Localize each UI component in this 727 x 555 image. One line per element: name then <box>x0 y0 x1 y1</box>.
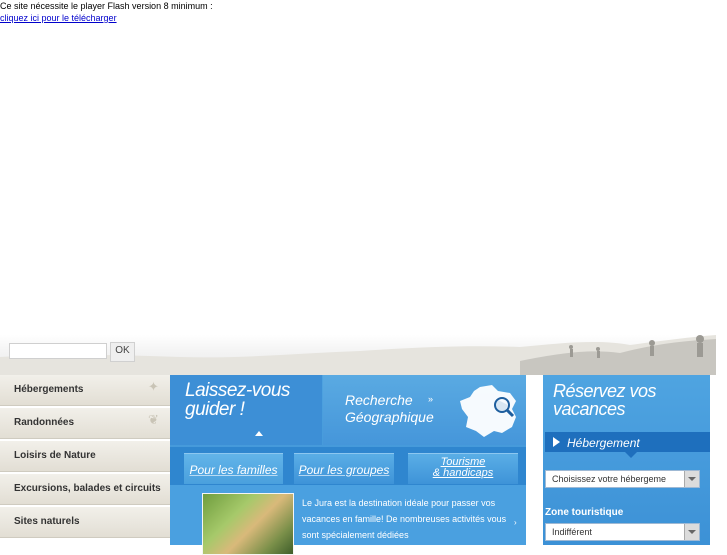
butterfly-icon: ✦ <box>148 379 159 394</box>
tab-content: Le Jura est la destination idéale pour p… <box>170 485 526 555</box>
tab-label: Pour les familles <box>189 463 278 477</box>
booking-panel: Réservez vos vacances Hébergement Choisi… <box>543 375 710 545</box>
up-arrow-icon <box>255 431 263 436</box>
hills-silhouette <box>0 335 716 375</box>
zone-select-value: Indifférent <box>552 527 592 537</box>
menu-item-label: Sites naturels <box>14 516 80 527</box>
geo-search-title: Recherche Géographique <box>345 392 434 425</box>
search-ok-button[interactable]: OK <box>110 342 135 362</box>
flash-download-link[interactable]: cliquez ici pour le télécharger <box>0 12 213 24</box>
tab-label: Tourisme & handicaps <box>408 457 518 479</box>
france-map-icon <box>460 385 516 437</box>
tab-tourisme-handicaps[interactable]: Tourisme & handicaps <box>408 453 518 484</box>
guide-box: Laissez-vous guider ! <box>170 375 322 445</box>
menu-item-excursions[interactable]: Excursions, balades et circuits <box>0 474 170 505</box>
guide-title: Laissez-vous guider ! <box>185 380 290 420</box>
menu-item-label: Loisirs de Nature <box>14 450 96 461</box>
play-icon <box>553 437 560 447</box>
menu-item-label: Randonnées <box>14 417 75 428</box>
zone-touristique-label: Zone touristique <box>545 507 624 518</box>
chevron-down-icon[interactable] <box>684 524 699 540</box>
guide-panel: Laissez-vous guider ! Recherche Géograph… <box>170 375 526 555</box>
booking-title: Réservez vos vacances <box>553 381 657 419</box>
menu-item-randonnees[interactable]: Randonnées ❦ <box>0 408 170 439</box>
menu-item-label: Excursions, balades et circuits <box>14 483 161 494</box>
hebergement-label: Hébergement <box>567 436 640 450</box>
tab-groupes[interactable]: Pour les groupes <box>294 453 394 484</box>
flash-notice: Ce site nécessite le player Flash versio… <box>0 0 213 24</box>
audience-tabs: Pour les familles Pour les groupes Touri… <box>170 447 526 485</box>
tab-content-text: Le Jura est la destination idéale pour p… <box>302 498 507 540</box>
double-arrow-icon: » <box>428 394 434 404</box>
landscape-banner <box>0 335 716 375</box>
hebergement-select[interactable]: Choisissez votre hébergeme <box>545 470 700 488</box>
hebergement-select-value: Choisissez votre hébergeme <box>552 474 667 484</box>
tab-label-line2: & handicaps <box>432 467 494 479</box>
notch-arrow-icon <box>625 452 637 458</box>
next-arrow-icon[interactable]: › <box>514 518 517 527</box>
menu-item-sites-naturels[interactable]: Sites naturels <box>0 507 170 538</box>
tab-label: Pour les groupes <box>298 463 390 477</box>
menu-item-label: Hébergements <box>14 384 84 395</box>
geo-search-button[interactable]: Recherche Géographique » <box>323 375 526 445</box>
flash-notice-text: Ce site nécessite le player Flash versio… <box>0 1 213 11</box>
hebergement-header[interactable]: Hébergement <box>545 432 710 458</box>
chevron-down-icon[interactable] <box>684 471 699 487</box>
menu-item-loisirs-nature[interactable]: Loisirs de Nature <box>0 441 170 472</box>
family-photo <box>202 493 294 555</box>
tab-familles[interactable]: Pour les familles <box>184 453 283 484</box>
search-input[interactable] <box>9 343 107 359</box>
zone-select[interactable]: Indifférent <box>545 523 700 541</box>
leaf-icon: ❦ <box>148 412 159 427</box>
left-menu: Hébergements ✦ Randonnées ❦ Loisirs de N… <box>0 375 170 540</box>
menu-item-hebergements[interactable]: Hébergements ✦ <box>0 375 170 406</box>
